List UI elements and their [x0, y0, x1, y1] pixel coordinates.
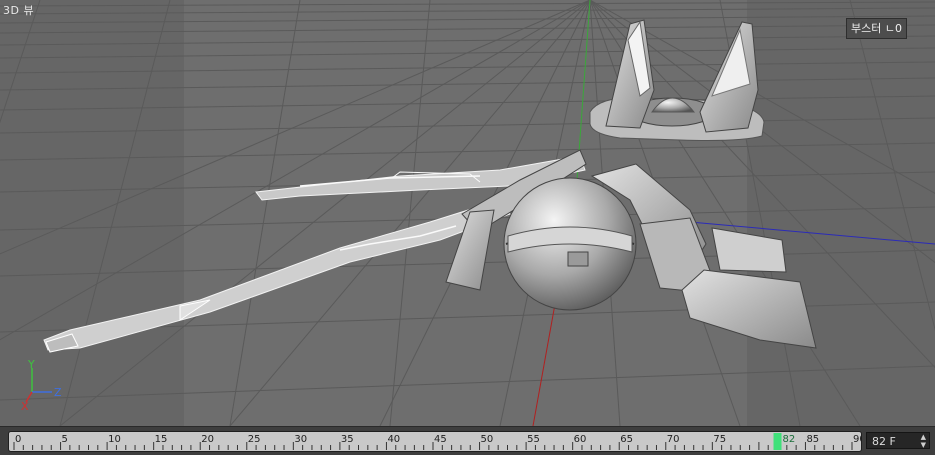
- tick-label: 15: [155, 434, 168, 445]
- tick-label: 75: [713, 434, 726, 445]
- axis-x-label: X: [21, 400, 29, 413]
- tick-label: 5: [62, 434, 68, 445]
- tick-label: 55: [527, 434, 540, 445]
- tick-label: 70: [667, 434, 680, 445]
- tick-label: 65: [620, 434, 633, 445]
- tick-label: 25: [248, 434, 261, 445]
- tick-label: 35: [341, 434, 354, 445]
- object-name-tag[interactable]: 부스터 ㄴ0: [846, 18, 907, 39]
- tick-label: 85: [806, 434, 819, 445]
- tick-label: 60: [574, 434, 587, 445]
- tick-label: 45: [434, 434, 447, 445]
- viewport-scene: Y Z X: [0, 0, 935, 426]
- frame-spinner-icon[interactable]: ▲ ▼: [921, 433, 926, 449]
- tick-label: 10: [108, 434, 121, 445]
- tick-label: 90: [853, 434, 861, 445]
- axis-z-label: Z: [54, 386, 62, 399]
- tick-label: 40: [387, 434, 400, 445]
- current-frame-value: 82 F: [872, 435, 896, 448]
- timeline-ruler[interactable]: 0 5 10 15 20 25 30 35 40 45 50 55 60 65 70 75 85 90 82: [8, 431, 862, 452]
- tick-label: 20: [201, 434, 214, 445]
- 3d-viewport[interactable]: Y Z X 3D 뷰 부스터 ㄴ0: [0, 0, 935, 426]
- timeline-bar: 0 5 10 15 20 25 30 35 40 45 50 55 60 65 70 75 85 90 82 82 …: [0, 426, 935, 455]
- playhead-label: 82: [783, 434, 796, 445]
- axis-y-label: Y: [27, 358, 35, 371]
- tick-label: 30: [294, 434, 307, 445]
- playhead[interactable]: [773, 433, 782, 450]
- tick-label: 50: [481, 434, 494, 445]
- timeline-ticks: 0 5 10 15 20 25 30 35 40 45 50 55 60 65 70 75 85 90 82: [13, 433, 861, 450]
- viewport-title: 3D 뷰: [3, 4, 35, 17]
- current-frame-field[interactable]: 82 F ▲ ▼: [866, 432, 930, 449]
- tick-label: 0: [15, 434, 21, 445]
